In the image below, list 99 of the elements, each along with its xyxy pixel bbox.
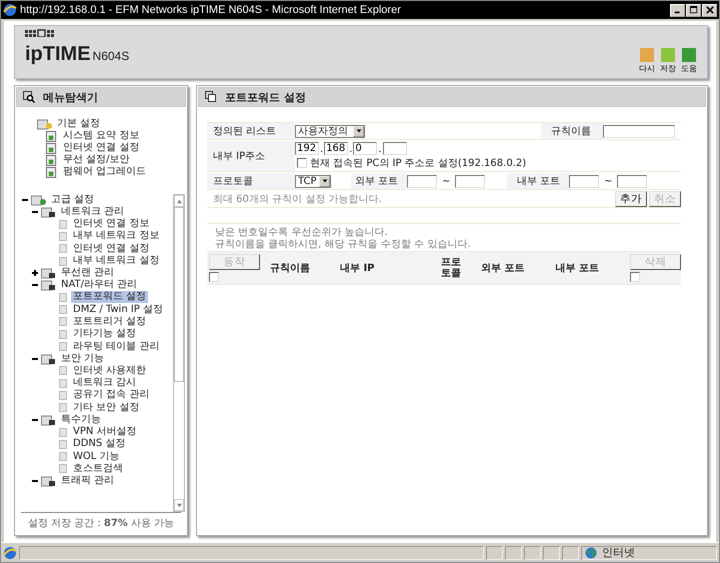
tree-item[interactable]: 기타기능 설정 (71, 328, 138, 340)
close-button[interactable] (702, 4, 717, 16)
tree-item[interactable]: 호스트검색 (71, 462, 125, 475)
search-icon (23, 91, 35, 103)
tree-item[interactable]: 네트워크 감시 (71, 377, 138, 390)
list-dropdown[interactable]: 사용자정의 (295, 124, 365, 138)
browser-icon (3, 3, 17, 17)
add-button[interactable]: 추가 (615, 191, 647, 207)
field-label: 정의된 리스트 (207, 123, 295, 139)
hint-text: 규칙이름을 클릭하시면, 해당 규칙을 수정할 수 있습니다. (215, 239, 472, 251)
tree-item[interactable]: 인터넷 연결 설정 (61, 142, 142, 154)
port-field[interactable] (569, 174, 599, 188)
maximize-icon (690, 6, 698, 14)
tree-item[interactable]: VPN 서버설정 (71, 426, 139, 438)
tree-item[interactable]: WOL 기능 (71, 450, 122, 463)
storage-status: 설정 저장 공간 : 87% 사용 가능 (28, 518, 174, 529)
scroll-down-icon[interactable] (176, 502, 182, 508)
tree-item[interactable]: 기본 설정 (55, 118, 102, 130)
security-zone: 인터넷 (602, 545, 635, 560)
tree-item[interactable]: 시스템 요약 정보 (61, 130, 142, 142)
caret-icon (322, 178, 328, 184)
hint-text: 낮은 번호일수록 우선순위가 높습니다. (215, 227, 389, 239)
column-header: 규칙이름 (268, 262, 311, 274)
toggle-icon[interactable] (31, 208, 39, 216)
tree-item[interactable]: 보안 기능 (59, 352, 106, 365)
field-label: 내부 IP주소 (207, 141, 295, 171)
toolbar-button[interactable]: 도움 (681, 48, 697, 74)
scroll-up-icon[interactable] (176, 198, 182, 204)
checkbox[interactable] (297, 158, 307, 168)
column-header: 내부 IP (338, 262, 376, 274)
tree-item[interactable]: 펌웨어 업그레이드 (61, 166, 148, 178)
tree-item[interactable]: 공유기 접속 관리 (71, 389, 152, 402)
tree-item[interactable]: 특수기능 (59, 414, 103, 426)
folder-icon (41, 475, 57, 488)
rule-name-field[interactable] (603, 124, 675, 138)
minimize-button[interactable] (670, 4, 685, 16)
tree-item[interactable]: DMZ / Twin IP 설정 (71, 304, 165, 316)
tree-item[interactable]: 내부 네트워크 설정 (71, 255, 162, 268)
panel-title: 메뉴탐색기 (43, 90, 98, 104)
folder-icon (41, 352, 57, 365)
port-field[interactable] (407, 174, 437, 188)
range-separator: ~ (441, 176, 452, 186)
range-separator: ~ (603, 176, 614, 186)
port-field[interactable] (455, 174, 486, 188)
port-field[interactable] (617, 174, 648, 188)
ip-octet-field[interactable]: 192 (295, 142, 319, 155)
tree-item[interactable]: 무선 설정/보안 (61, 154, 132, 166)
tree-item[interactable]: 기타 보안 설정 (71, 402, 142, 414)
caret-icon (356, 128, 362, 134)
panel-title: 포트포워드 설정 (225, 90, 306, 104)
column-header: 외부 포트 (480, 262, 526, 274)
tree-item[interactable]: 내부 네트워크 정보 (71, 230, 162, 242)
ip-separator: . (378, 144, 382, 155)
tree-item[interactable]: 무선랜 관리 (59, 267, 116, 280)
field-label: 외부 포트 (351, 173, 407, 189)
folder-icon (41, 206, 57, 218)
tree-item[interactable]: 라우팅 테이블 관리 (71, 340, 162, 353)
ip-octet-field[interactable]: 168 (324, 142, 348, 155)
field-label: 규칙이름 (541, 123, 603, 139)
window-icon (205, 91, 217, 103)
tree-item[interactable]: 네트워크 관리 (59, 206, 126, 218)
folder-icon (41, 414, 57, 426)
toggle-icon[interactable] (31, 269, 39, 278)
folder-icon (41, 279, 57, 292)
ip-separator: . (320, 144, 324, 155)
checkbox[interactable] (630, 272, 640, 282)
ip-separator: . (349, 144, 352, 155)
tree-item[interactable]: 고급 설정 (49, 194, 96, 206)
window-title: http://192.168.0.1 - EFM Networks ipTIME N604S - Microsoft Internet Explorer (20, 4, 402, 16)
toolbar-button[interactable]: 다시 (639, 48, 655, 74)
globe-icon (585, 546, 597, 558)
field-label: 프로토콜 (207, 173, 295, 189)
tree-item[interactable]: NAT/라우터 관리 (59, 279, 140, 292)
maximize-button[interactable] (686, 4, 701, 16)
column-header: 프로 토콜 (440, 257, 462, 279)
tree-item[interactable]: 포트포워드 설정 (71, 291, 148, 304)
tree-item[interactable]: DDNS 설정 (71, 438, 128, 450)
checkbox[interactable] (209, 272, 219, 282)
ip-octet-field[interactable]: 0 (353, 142, 378, 155)
folder-icon (31, 194, 47, 206)
limit-note: 최대 60개의 규칙이 설정 가능합니다. (213, 193, 382, 206)
checkbox-label: 현재 접속된 PC의 IP 주소로 설정(192.168.0.2) (310, 157, 526, 170)
column-header: 내부 포트 (554, 262, 600, 274)
folder-icon (37, 118, 53, 130)
tree-item[interactable]: 인터넷 사용제한 (71, 364, 148, 377)
field-label: 내부 포트 (507, 173, 569, 189)
close-icon (706, 6, 714, 14)
ip-octet-field[interactable] (382, 142, 407, 155)
toolbar-button[interactable]: 저장 (660, 48, 676, 74)
tree-item[interactable]: 포트트리거 설정 (71, 316, 148, 328)
tree-item[interactable]: 트래픽 관리 (59, 475, 116, 488)
protocol-dropdown[interactable]: TCP (295, 174, 331, 188)
tree-item[interactable]: 인터넷 연결 정보 (71, 218, 152, 230)
folder-icon (41, 267, 57, 280)
model-name: N604S (92, 49, 130, 63)
brand-logo: ipTIME (25, 43, 91, 66)
toggle-icon[interactable] (21, 196, 29, 204)
tree-item[interactable]: 인터넷 연결 설정 (71, 242, 152, 255)
scrollbar[interactable] (173, 194, 185, 512)
